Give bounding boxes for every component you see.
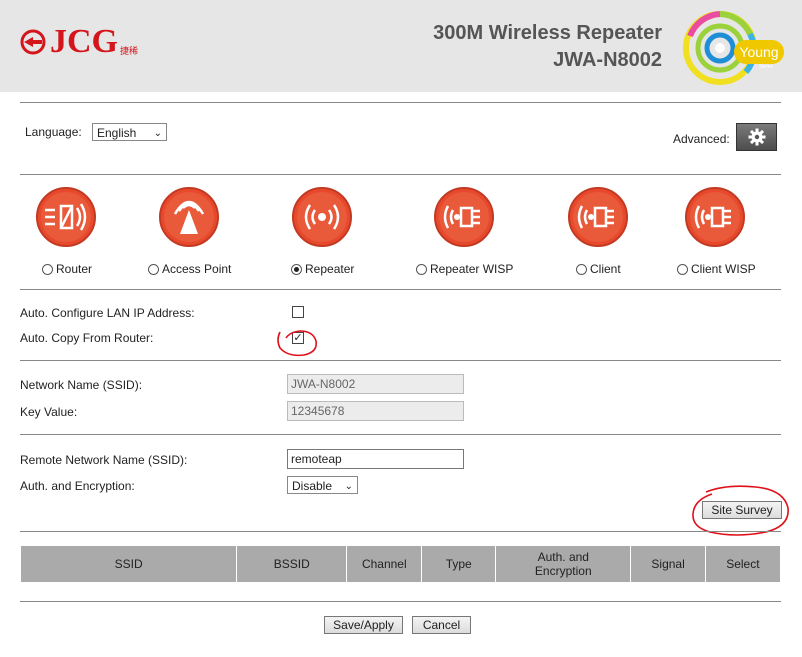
- advanced-label: Advanced:: [673, 132, 730, 146]
- header-bar: JCG 捷稀 300M Wireless Repeater JWA-N8002 …: [0, 0, 802, 92]
- network-ssid-input[interactable]: JWA-N8002: [287, 374, 464, 394]
- remote-ssid-input[interactable]: remoteap: [287, 449, 464, 469]
- chevron-down-icon: ⌄: [344, 481, 353, 492]
- repeater-wisp-icon[interactable]: [433, 186, 495, 248]
- column-header-ssid: SSID: [19, 545, 238, 583]
- auth-encryption-select[interactable]: Disable ⌄: [287, 476, 358, 494]
- radio-button[interactable]: [42, 263, 53, 275]
- divider: [20, 174, 781, 175]
- mode-label: Client: [590, 262, 621, 276]
- language-value: English: [97, 126, 137, 140]
- save-apply-button[interactable]: Save/Apply: [324, 616, 403, 634]
- cancel-button[interactable]: Cancel: [412, 616, 471, 634]
- radio-button[interactable]: [576, 263, 587, 275]
- auto-copy-label: Auto. Copy From Router:: [20, 331, 154, 345]
- radio-button[interactable]: [677, 263, 688, 275]
- auto-configure-lan-checkbox[interactable]: [292, 306, 304, 318]
- column-header-type: Type: [421, 545, 497, 583]
- key-value-input[interactable]: 12345678: [287, 401, 464, 421]
- mode-label: Repeater: [305, 262, 355, 276]
- radio-button[interactable]: [416, 263, 427, 275]
- logo-sub: 捷稀: [120, 45, 139, 56]
- column-header-signal: Signal: [630, 545, 706, 583]
- client-wisp-icon[interactable]: [684, 186, 746, 248]
- auth-encryption-label: Auth. and Encryption:: [20, 479, 135, 493]
- radio-button[interactable]: [291, 263, 302, 275]
- column-header-auth-encryption: Auth. and Encryption: [495, 545, 632, 583]
- mode-label: Client WISP: [691, 262, 756, 276]
- remote-ssid-label: Remote Network Name (SSID):: [20, 453, 188, 467]
- gear-icon: [748, 128, 765, 146]
- divider: [20, 102, 781, 103]
- divider: [20, 360, 781, 361]
- radio-button[interactable]: [148, 263, 159, 275]
- client-icon[interactable]: [567, 186, 629, 248]
- mode-radio-router[interactable]: Router: [42, 262, 92, 276]
- column-header-channel: Channel: [346, 545, 423, 583]
- young-series-logo-icon: Young Series: [683, 11, 784, 85]
- repeater-icon[interactable]: [291, 186, 353, 248]
- language-select[interactable]: English ⌄: [92, 123, 167, 141]
- key-value-label: Key Value:: [20, 405, 78, 419]
- mode-radio-repeater[interactable]: Repeater: [291, 262, 354, 276]
- column-header-select: Select: [704, 545, 782, 583]
- young-text: Young: [739, 44, 778, 60]
- mode-radio-repeater-wisp[interactable]: Repeater WISP: [416, 262, 513, 276]
- divider: [20, 531, 781, 532]
- mode-radio-access-point[interactable]: Access Point: [148, 262, 231, 276]
- auto-copy-checkbox[interactable]: ✓: [292, 332, 304, 344]
- product-title: 300M Wireless Repeater: [433, 22, 662, 44]
- young-sub: Series: [759, 64, 774, 70]
- access-point-icon[interactable]: [158, 186, 220, 248]
- product-model: JWA-N8002: [553, 49, 662, 71]
- mode-label: Router: [56, 262, 93, 276]
- mode-radio-client[interactable]: Client: [576, 262, 621, 276]
- table-header-row: SSID BSSID Channel Type Auth. and Encryp…: [19, 545, 782, 583]
- auth-encryption-value: Disable: [292, 479, 333, 493]
- mode-label: Access Point: [162, 262, 232, 276]
- router-icon[interactable]: [35, 186, 97, 248]
- column-header-bssid: BSSID: [236, 545, 348, 583]
- auto-configure-lan-label: Auto. Configure LAN IP Address:: [20, 306, 195, 320]
- network-ssid-label: Network Name (SSID):: [20, 378, 143, 392]
- divider: [20, 434, 781, 435]
- mode-radio-client-wisp[interactable]: Client WISP: [677, 262, 756, 276]
- mode-label: Repeater WISP: [430, 262, 514, 276]
- site-survey-button[interactable]: Site Survey: [702, 501, 782, 519]
- divider: [20, 289, 781, 290]
- jcg-emblem-icon: [20, 29, 46, 55]
- chevron-down-icon: ⌄: [153, 128, 162, 139]
- advanced-settings-button[interactable]: [736, 123, 777, 151]
- language-label: Language:: [25, 125, 82, 139]
- divider: [20, 601, 781, 602]
- jcg-logo: JCG 捷稀: [20, 22, 138, 62]
- site-survey-table: SSID BSSID Channel Type Auth. and Encryp…: [19, 545, 782, 583]
- logo-text: JCG: [50, 23, 118, 60]
